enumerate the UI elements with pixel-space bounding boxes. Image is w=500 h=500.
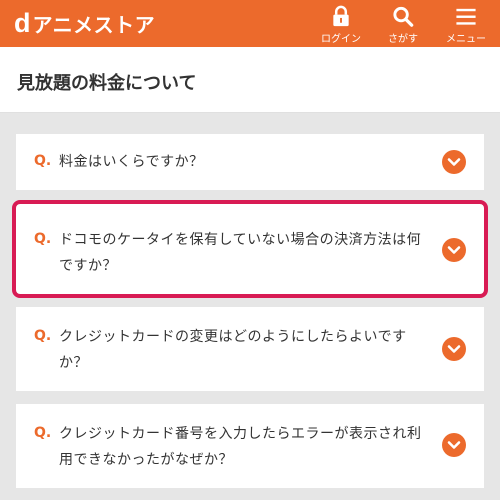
faq-question: ドコモのケータイを保有していない場合の決済方法は何ですか？ [59,232,422,274]
chevron-down-icon[interactable] [442,150,466,174]
search-button[interactable]: さがす [378,3,428,45]
chevron-down-icon[interactable] [442,433,466,457]
faq-q-marker: Q. [34,153,52,169]
faq-q-marker: Q. [34,425,52,441]
faq-item[interactable]: Q. クレジットカード番号を入力したらエラーが表示され利用できなかったがなぜか？ [16,404,484,488]
search-icon [393,6,414,27]
menu-button[interactable]: メニュー [440,3,492,45]
logo-mark: d [14,7,31,38]
login-label: ログイン [321,34,361,45]
faq-question: クレジットカードの変更はどのようにしたらよいですか？ [59,329,407,371]
login-button[interactable]: ログイン [316,3,366,45]
chevron-down-icon[interactable] [442,238,466,262]
page-title: 見放題の料金について [17,73,197,94]
faq-question: 料金はいくらですか？ [59,154,204,170]
search-label: さがす [388,34,418,45]
faq-item[interactable]: Q. 料金はいくらですか？ [16,134,484,190]
logo[interactable]: d アニメストア [14,8,155,38]
title-bar: 見放題の料金について [0,47,500,113]
hamburger-icon [456,8,476,25]
faq-question: クレジットカード番号を入力したらエラーが表示され利用できなかったがなぜか？ [59,426,422,468]
faq-q-marker: Q. [34,328,52,344]
logo-text: アニメストア [32,12,156,37]
faq-q-marker: Q. [34,231,52,247]
chevron-down-icon[interactable] [442,337,466,361]
app-header: d アニメストア ログイン さがす メニュー [0,0,500,47]
menu-label: メニュー [446,34,486,45]
lock-icon [333,5,349,27]
faq-item-highlighted[interactable]: Q. ドコモのケータイを保有していない場合の決済方法は何ですか？ [12,200,488,298]
faq-item[interactable]: Q. クレジットカードの変更はどのようにしたらよいですか？ [16,307,484,391]
